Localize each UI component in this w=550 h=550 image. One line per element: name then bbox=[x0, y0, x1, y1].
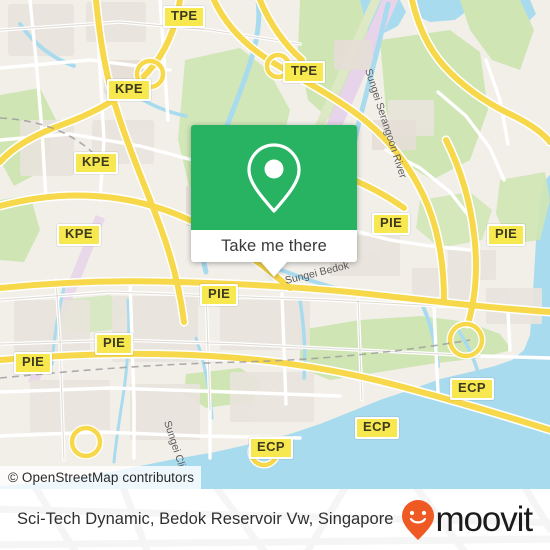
road-shield-pie: PIE bbox=[200, 284, 239, 306]
label-sungei-serangoon-river: Sungei Serangoon River bbox=[362, 67, 409, 180]
footer-place-name: Sci-Tech Dynamic, Bedok Reservoir Vw, Si… bbox=[17, 510, 394, 528]
osm-attribution[interactable]: © OpenStreetMap contributors bbox=[0, 466, 202, 489]
label-sungei-cli: Sungei Cli bbox=[161, 419, 187, 468]
road-shield-tpe: TPE bbox=[163, 6, 206, 28]
map-pin-icon bbox=[247, 142, 301, 213]
road-shield-pie: PIE bbox=[487, 224, 526, 246]
road-shield-pie: PIE bbox=[95, 333, 134, 355]
road-shield-ecp: ECP bbox=[450, 378, 494, 400]
road-shield-tpe: TPE bbox=[283, 61, 326, 83]
moovit-logo[interactable]: moovit bbox=[401, 499, 533, 541]
map-canvas[interactable]: Sungei Serangoon River Sungei Bedok Sung… bbox=[0, 0, 550, 489]
place-popup-card[interactable]: Take me there bbox=[191, 125, 357, 277]
popup-action-button[interactable]: Take me there bbox=[191, 230, 357, 262]
moovit-smiley-pin-icon bbox=[401, 499, 434, 540]
popup-action-label: Take me there bbox=[221, 236, 327, 255]
popup-pointer-tail bbox=[261, 262, 287, 277]
label-sungei-bedok: Sungei Bedok bbox=[284, 259, 351, 287]
footer-content: Sci-Tech Dynamic, Bedok Reservoir Vw, Si… bbox=[0, 489, 550, 550]
footer-bar: Sci-Tech Dynamic, Bedok Reservoir Vw, Si… bbox=[0, 489, 550, 550]
road-shield-kpe: KPE bbox=[107, 79, 151, 101]
road-shield-kpe: KPE bbox=[74, 152, 118, 174]
popup-header bbox=[191, 125, 357, 230]
road-shield-ecp: ECP bbox=[355, 417, 399, 439]
moovit-wordmark: moovit bbox=[435, 500, 534, 539]
road-shield-pie: PIE bbox=[14, 352, 53, 374]
osm-attribution-text: © OpenStreetMap contributors bbox=[8, 470, 195, 485]
road-shield-pie: PIE bbox=[372, 213, 411, 235]
road-shield-kpe: KPE bbox=[57, 224, 101, 246]
road-shield-ecp: ECP bbox=[249, 437, 293, 459]
